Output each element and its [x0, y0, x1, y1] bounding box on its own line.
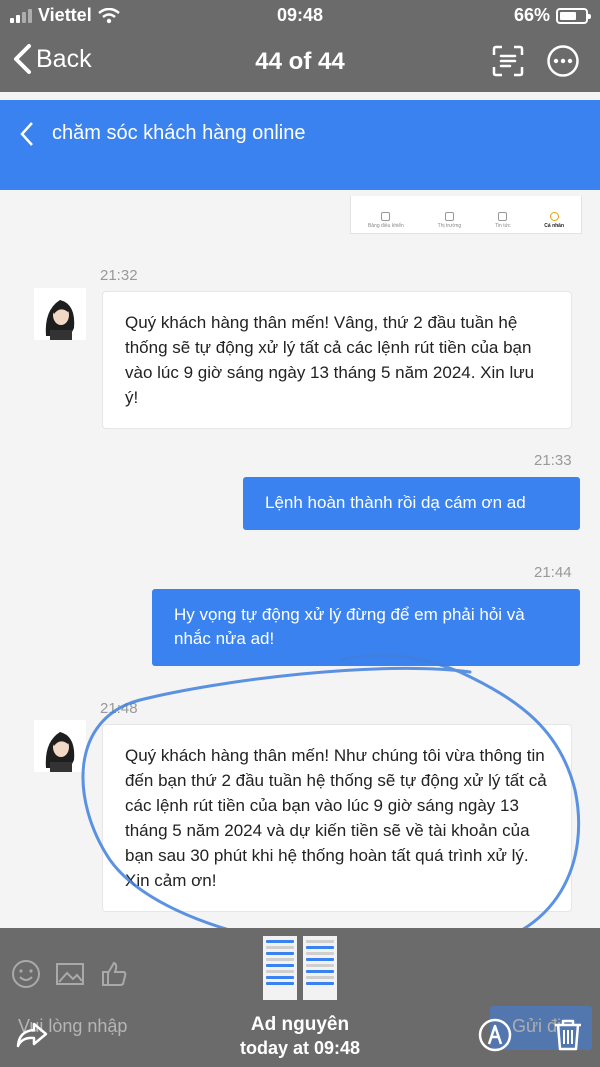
- tab-profile: Cá nhân: [544, 212, 564, 229]
- message-timestamp: 21:33: [534, 452, 572, 469]
- status-bar: Viettel 09:48 66%: [0, 0, 600, 30]
- message-bubble-outgoing: Lệnh hoàn thành rồi dạ cám ơn ad: [243, 477, 580, 530]
- message-bubble-outgoing: Hy vọng tự động xử lý đừng để em phải hỏ…: [152, 589, 580, 666]
- message-timestamp: 21:48: [100, 700, 138, 717]
- markup-pen-icon[interactable]: [478, 1018, 512, 1052]
- photo-thumbnail[interactable]: [303, 936, 337, 1000]
- news-icon: [498, 212, 508, 221]
- chevron-left-icon: [14, 44, 31, 74]
- message-bubble-incoming: Quý khách hàng thân mến! Vâng, thứ 2 đầu…: [102, 291, 572, 429]
- chat-title: chăm sóc khách hàng online: [52, 122, 306, 144]
- chat-header: chăm sóc khách hàng online: [0, 100, 600, 190]
- trash-icon[interactable]: [553, 1018, 583, 1052]
- tab-news: Tin tức: [495, 212, 510, 229]
- photo-viewer-top-bar: Viettel 09:48 66% Back 44 of 44: [0, 0, 600, 92]
- chart-icon: [444, 212, 454, 221]
- battery-status: 66%: [514, 5, 591, 26]
- user-icon: [549, 212, 559, 221]
- photo-navbar: Back 44 of 44: [0, 38, 600, 86]
- photo-thumbnail-strip: [0, 936, 600, 1000]
- live-text-scan-icon[interactable]: [491, 44, 525, 78]
- message-timestamp: 21:32: [100, 267, 138, 284]
- battery-icon: [556, 7, 591, 24]
- clock: 09:48: [276, 5, 324, 25]
- back-button[interactable]: Back: [10, 42, 92, 76]
- more-options-icon[interactable]: [546, 44, 580, 78]
- photo-thumbnail[interactable]: [263, 936, 297, 1000]
- message-bubble-incoming: Quý khách hàng thân mến! Như chúng tôi v…: [102, 724, 572, 912]
- chevron-left-icon[interactable]: [18, 120, 36, 148]
- tab-dashboard: Bảng điều khiển: [368, 212, 404, 229]
- shared-image-thumbnail[interactable]: Bảng điều khiển Thị trường Tin tức Cá nh…: [350, 196, 582, 234]
- home-icon: [381, 212, 391, 221]
- message-timestamp: 21:44: [534, 564, 572, 581]
- tab-market: Thị trường: [438, 212, 461, 229]
- avatar: [34, 288, 86, 340]
- avatar: [34, 720, 86, 772]
- photo-viewer-bottom-bar: Vui lòng nhập Gửi đi Ad nguyên today at …: [0, 928, 600, 1067]
